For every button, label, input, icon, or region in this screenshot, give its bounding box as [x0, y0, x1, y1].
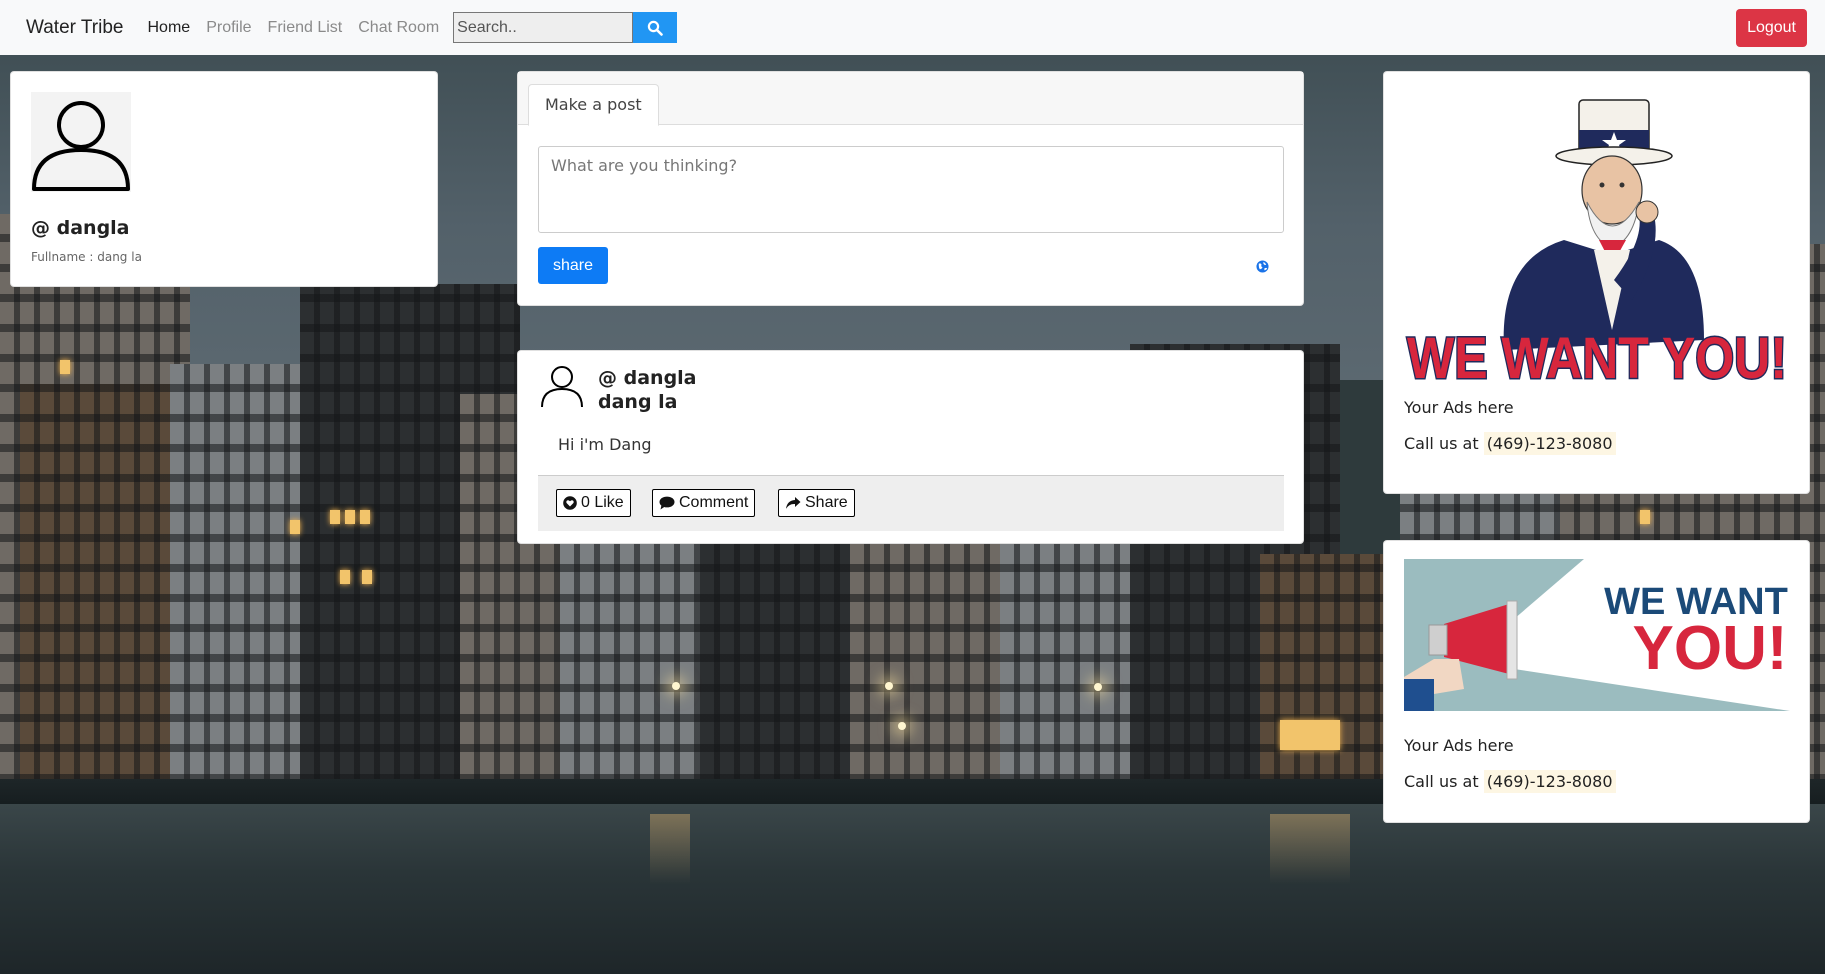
ad1-contact: Call us at (469)-123-8080: [1404, 432, 1789, 455]
ad2-phone-number[interactable]: (469)-123-8080: [1483, 770, 1616, 793]
logout-button[interactable]: Logout: [1736, 8, 1807, 47]
feed-post: @ dangla dang la Hi i'm Dang 0 Like Comm…: [517, 350, 1304, 544]
brand-logo[interactable]: Water Tribe: [26, 17, 124, 39]
ad-card-uncle-sam: WE WANT YOU! Your Ads here Call us at (4…: [1383, 71, 1810, 494]
ad1-text: Your Ads here: [1404, 398, 1514, 417]
globe-icon[interactable]: [1256, 260, 1269, 273]
post-author[interactable]: @ dangla dang la: [598, 366, 697, 414]
like-count-label: 0 Like: [581, 494, 624, 511]
nav-friend-list-link[interactable]: Friend List: [268, 19, 343, 37]
composer-tabs: Make a post: [518, 72, 1303, 126]
post-author-name: dang la: [598, 391, 678, 413]
post-body-text: Hi i'm Dang: [558, 435, 652, 454]
ad2-call-prefix: Call us at: [1404, 772, 1479, 791]
share-button[interactable]: Share: [778, 489, 855, 517]
ad-card-megaphone: WE WANT YOU! Your Ads here Call us at (4…: [1383, 540, 1810, 823]
post-textarea[interactable]: [538, 146, 1284, 233]
comment-label: Comment: [679, 494, 749, 511]
comment-button[interactable]: Comment: [652, 489, 756, 517]
ad1-phone-number[interactable]: (469)-123-8080: [1483, 432, 1616, 455]
ad1-headline: WE WANT YOU!: [1407, 326, 1787, 390]
like-button[interactable]: 0 Like: [556, 489, 631, 517]
ad1-call-prefix: Call us at: [1404, 434, 1479, 453]
ad2-text: Your Ads here: [1404, 736, 1514, 755]
share-label: Share: [805, 494, 848, 511]
user-avatar-icon[interactable]: [31, 92, 131, 192]
search-icon: [647, 20, 663, 36]
ad2-contact: Call us at (469)-123-8080: [1404, 770, 1789, 793]
nav-profile-link[interactable]: Profile: [206, 19, 251, 37]
tab-make-a-post[interactable]: Make a post: [528, 84, 659, 126]
top-navbar: Water Tribe Home Profile Friend List Cha…: [0, 0, 1825, 55]
nav-home-link[interactable]: Home: [148, 19, 191, 37]
post-composer: Make a post share: [517, 71, 1304, 306]
post-actions-bar: 0 Like Comment Share: [538, 475, 1284, 531]
share-post-button[interactable]: share: [538, 247, 609, 284]
post-author-handle[interactable]: @ dangla: [598, 366, 697, 390]
uncle-sam-illustration: WE WANT YOU!: [1406, 99, 1789, 393]
ad-image-megaphone[interactable]: WE WANT YOU!: [1404, 559, 1790, 711]
heart-icon: [563, 496, 577, 510]
search-form: [453, 12, 678, 43]
profile-handle[interactable]: @ dangla: [31, 217, 417, 239]
search-input[interactable]: [453, 12, 634, 43]
ad2-headline-bottom: YOU!: [1633, 614, 1788, 683]
share-arrow-icon: [786, 497, 801, 509]
ad-image-uncle-sam[interactable]: WE WANT YOU!: [1404, 90, 1790, 393]
profile-card: @ dangla Fullname : dang la: [10, 71, 438, 287]
profile-fullname: Fullname : dang la: [31, 250, 142, 264]
megaphone-illustration: WE WANT YOU!: [1404, 559, 1790, 711]
comment-icon: [659, 496, 675, 510]
nav-chat-room-link[interactable]: Chat Room: [358, 19, 439, 37]
search-button[interactable]: [633, 12, 678, 43]
post-avatar-icon[interactable]: [540, 363, 584, 409]
